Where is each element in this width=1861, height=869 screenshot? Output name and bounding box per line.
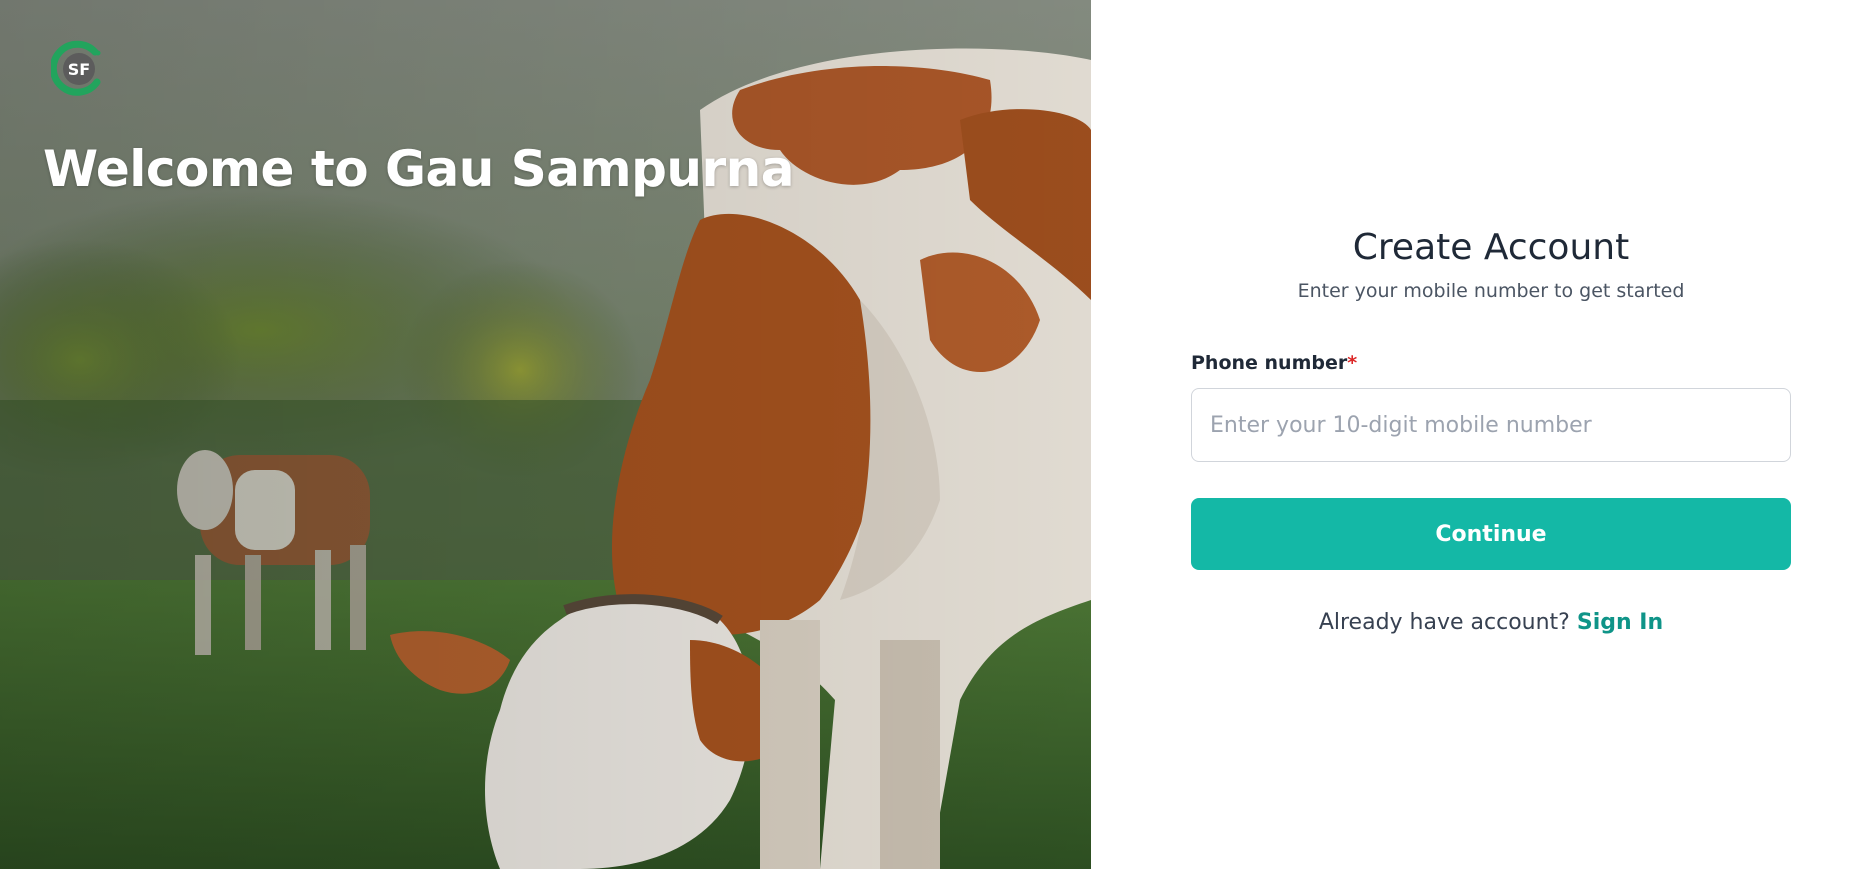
continue-button[interactable]: Continue <box>1191 498 1791 570</box>
logo-text: SF <box>68 60 90 79</box>
hero-title: Welcome to Gau Sampurna <box>43 140 795 198</box>
sign-in-link[interactable]: Sign In <box>1577 610 1663 635</box>
create-account-form: Create Account Enter your mobile number … <box>1191 220 1791 635</box>
required-mark: * <box>1347 352 1358 374</box>
phone-input[interactable] <box>1191 388 1791 462</box>
signin-prompt: Already have account? <box>1318 610 1570 635</box>
signup-page: SF Welcome to Gau Sampurna Create Accoun… <box>0 0 1861 869</box>
signin-row: Already have account? Sign In <box>1191 610 1791 635</box>
form-title: Create Account <box>1352 227 1630 268</box>
phone-label-text: Phone number <box>1191 352 1348 374</box>
form-subtitle: Enter your mobile number to get started <box>1297 280 1685 302</box>
form-panel: Create Account Enter your mobile number … <box>1091 0 1861 869</box>
cow-grazing-photo <box>0 0 1091 869</box>
hero-panel: SF Welcome to Gau Sampurna <box>0 0 1091 869</box>
sf-logo-icon[interactable]: SF <box>51 40 107 96</box>
phone-label: Phone number* <box>1191 350 1791 376</box>
